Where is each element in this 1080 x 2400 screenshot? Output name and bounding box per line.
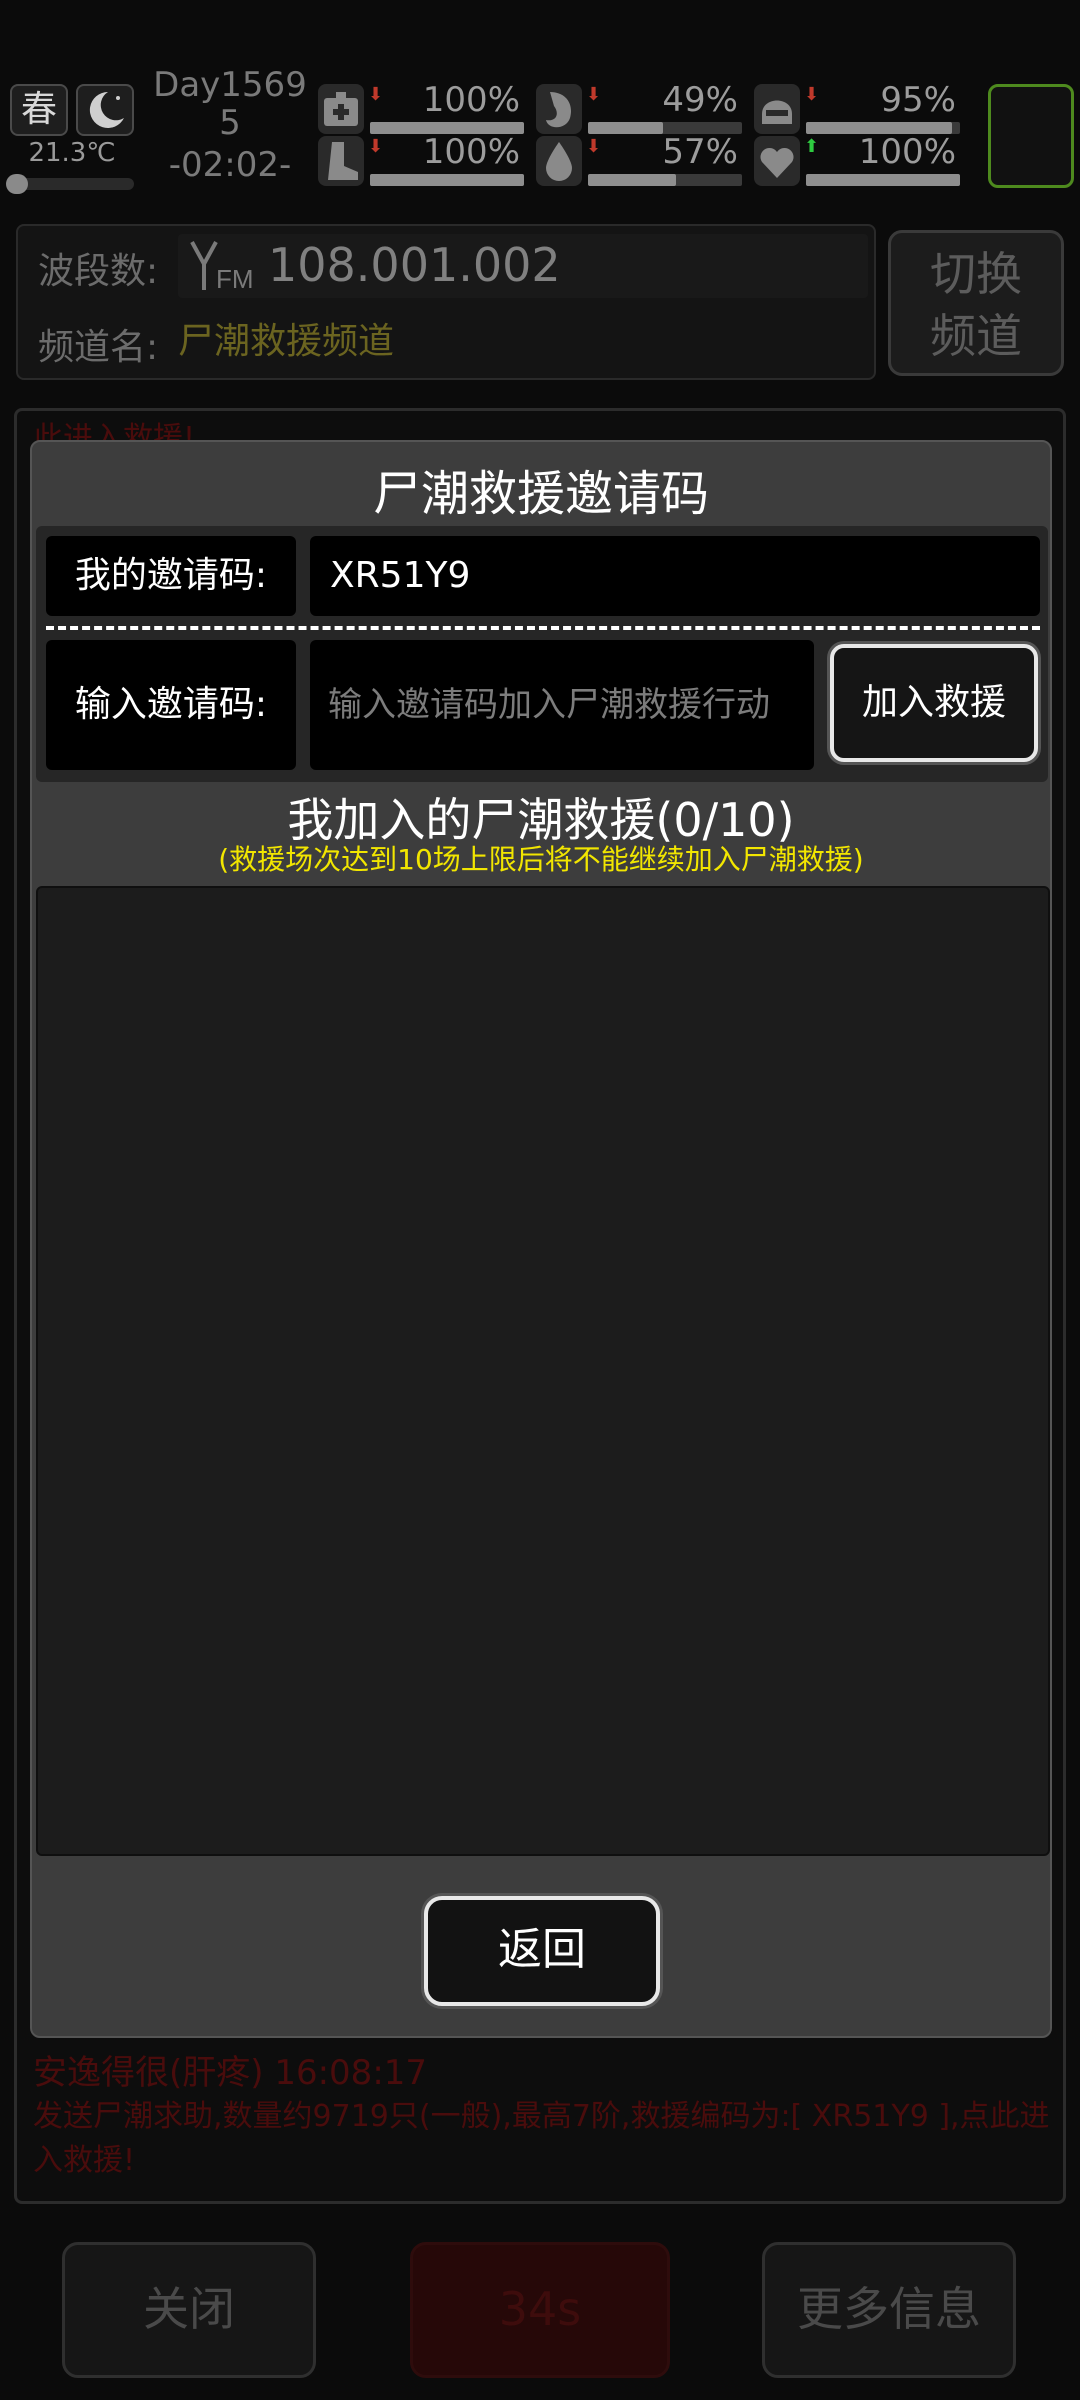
stat-health: ⬇ 100% bbox=[318, 80, 528, 136]
game-screen: 春 21.3℃ Day1569 5 -02:02- ⬇ 100% ⬇ 49% ⬇ 95% ⬇… bbox=[0, 0, 1080, 2400]
switch-channel-label: 切换 频道 bbox=[930, 247, 1022, 363]
stat-value: 95% bbox=[880, 80, 956, 120]
invite-code-dialog: 尸潮救援邀请码 我的邀请码: XR51Y9 输入邀请码: 加入救援 我加入的尸潮… bbox=[30, 440, 1052, 2038]
my-code-value: XR51Y9 bbox=[310, 536, 1040, 616]
switch-channel-button[interactable]: 切换 频道 bbox=[888, 230, 1064, 376]
heart-icon bbox=[754, 136, 800, 186]
stat-bar bbox=[588, 174, 742, 186]
timer-button[interactable]: 34s bbox=[410, 2242, 670, 2378]
trend-arrow-icon: ⬇ bbox=[804, 84, 820, 105]
stat-bar bbox=[806, 174, 960, 186]
back-button[interactable]: 返回 bbox=[424, 1896, 660, 2006]
status-bar: 春 21.3℃ Day1569 5 -02:02- ⬇ 100% ⬇ 49% ⬇ 95% ⬇… bbox=[0, 66, 1080, 198]
minimap-button[interactable] bbox=[988, 84, 1074, 188]
channel-name: 尸潮救援频道 bbox=[178, 321, 395, 362]
game-clock: -02:02- bbox=[168, 145, 292, 185]
helmet-icon bbox=[754, 84, 800, 134]
trend-arrow-icon: ⬇ bbox=[586, 136, 602, 157]
trend-arrow-icon: ⬇ bbox=[368, 136, 384, 157]
join-rescue-button[interactable]: 加入救援 bbox=[830, 644, 1038, 762]
stat-stamina: ⬇ 100% bbox=[318, 132, 528, 188]
day-clock: Day1569 5 -02:02- bbox=[150, 66, 310, 196]
trend-arrow-icon: ⬆ bbox=[804, 136, 820, 157]
joined-rescues-list[interactable] bbox=[36, 886, 1050, 1856]
medkit-icon bbox=[318, 84, 364, 134]
antenna-fm-icon: FM bbox=[188, 238, 268, 294]
stomach-icon bbox=[536, 84, 582, 134]
trend-arrow-icon: ⬇ bbox=[368, 84, 384, 105]
trend-arrow-icon: ⬇ bbox=[586, 84, 602, 105]
season-indicator: 春 bbox=[10, 84, 68, 136]
invite-code-input[interactable] bbox=[310, 640, 814, 770]
temperature-knob bbox=[6, 174, 28, 194]
stat-bar-fill bbox=[806, 174, 960, 186]
day-counter: Day1569 bbox=[153, 65, 307, 105]
stat-value: 100% bbox=[858, 132, 956, 172]
water-drop-icon bbox=[536, 136, 582, 186]
channel-label: 频道名: bbox=[38, 327, 159, 368]
boot-icon bbox=[318, 136, 364, 186]
stat-value: 100% bbox=[422, 132, 520, 172]
stat-value: 57% bbox=[662, 132, 738, 172]
invite-panel: 我的邀请码: XR51Y9 输入邀请码: 加入救援 bbox=[36, 526, 1048, 782]
stat-mood: ⬆ 100% bbox=[754, 132, 964, 188]
stat-water: ⬇ 57% bbox=[536, 132, 746, 188]
input-code-label: 输入邀请码: bbox=[46, 640, 296, 770]
stat-hunger: ⬇ 49% bbox=[536, 80, 746, 136]
divider bbox=[46, 626, 1040, 630]
band-label: 波段数: bbox=[38, 251, 159, 292]
stat-value: 49% bbox=[662, 80, 738, 120]
moon-icon bbox=[76, 84, 134, 136]
frequency-display: 108.001.002 bbox=[178, 234, 868, 298]
stat-bar bbox=[370, 174, 524, 186]
dialog-title: 尸潮救援邀请码 bbox=[372, 466, 709, 522]
stat-armor: ⬇ 95% bbox=[754, 80, 964, 136]
stat-bar-fill bbox=[370, 174, 524, 186]
chat-sender: 安逸得很(肝疼) 16:08:17 bbox=[33, 2053, 428, 2093]
svg-text:FM: FM bbox=[216, 264, 254, 294]
radio-panel: 108.001.002 FM 波段数: 频道名: 尸潮救援频道 bbox=[16, 224, 876, 380]
more-info-button[interactable]: 更多信息 bbox=[762, 2242, 1016, 2378]
chat-message[interactable]: 发送尸潮求助,数量约9719只(一般),最高7阶,救援编码为:[ XR51Y9 … bbox=[33, 2095, 1059, 2183]
day-counter-tail: 5 bbox=[219, 103, 241, 143]
joined-rescues-note: (救援场次达到10场上限后将不能继续加入尸潮救援) bbox=[218, 843, 864, 876]
my-code-label: 我的邀请码: bbox=[46, 536, 296, 616]
close-button[interactable]: 关闭 bbox=[62, 2242, 316, 2378]
temperature-bar bbox=[10, 178, 134, 190]
stat-bar-fill bbox=[588, 174, 676, 186]
stat-bar-fill bbox=[588, 122, 664, 134]
stat-value: 100% bbox=[422, 80, 520, 120]
temperature: 21.3℃ bbox=[28, 138, 116, 168]
